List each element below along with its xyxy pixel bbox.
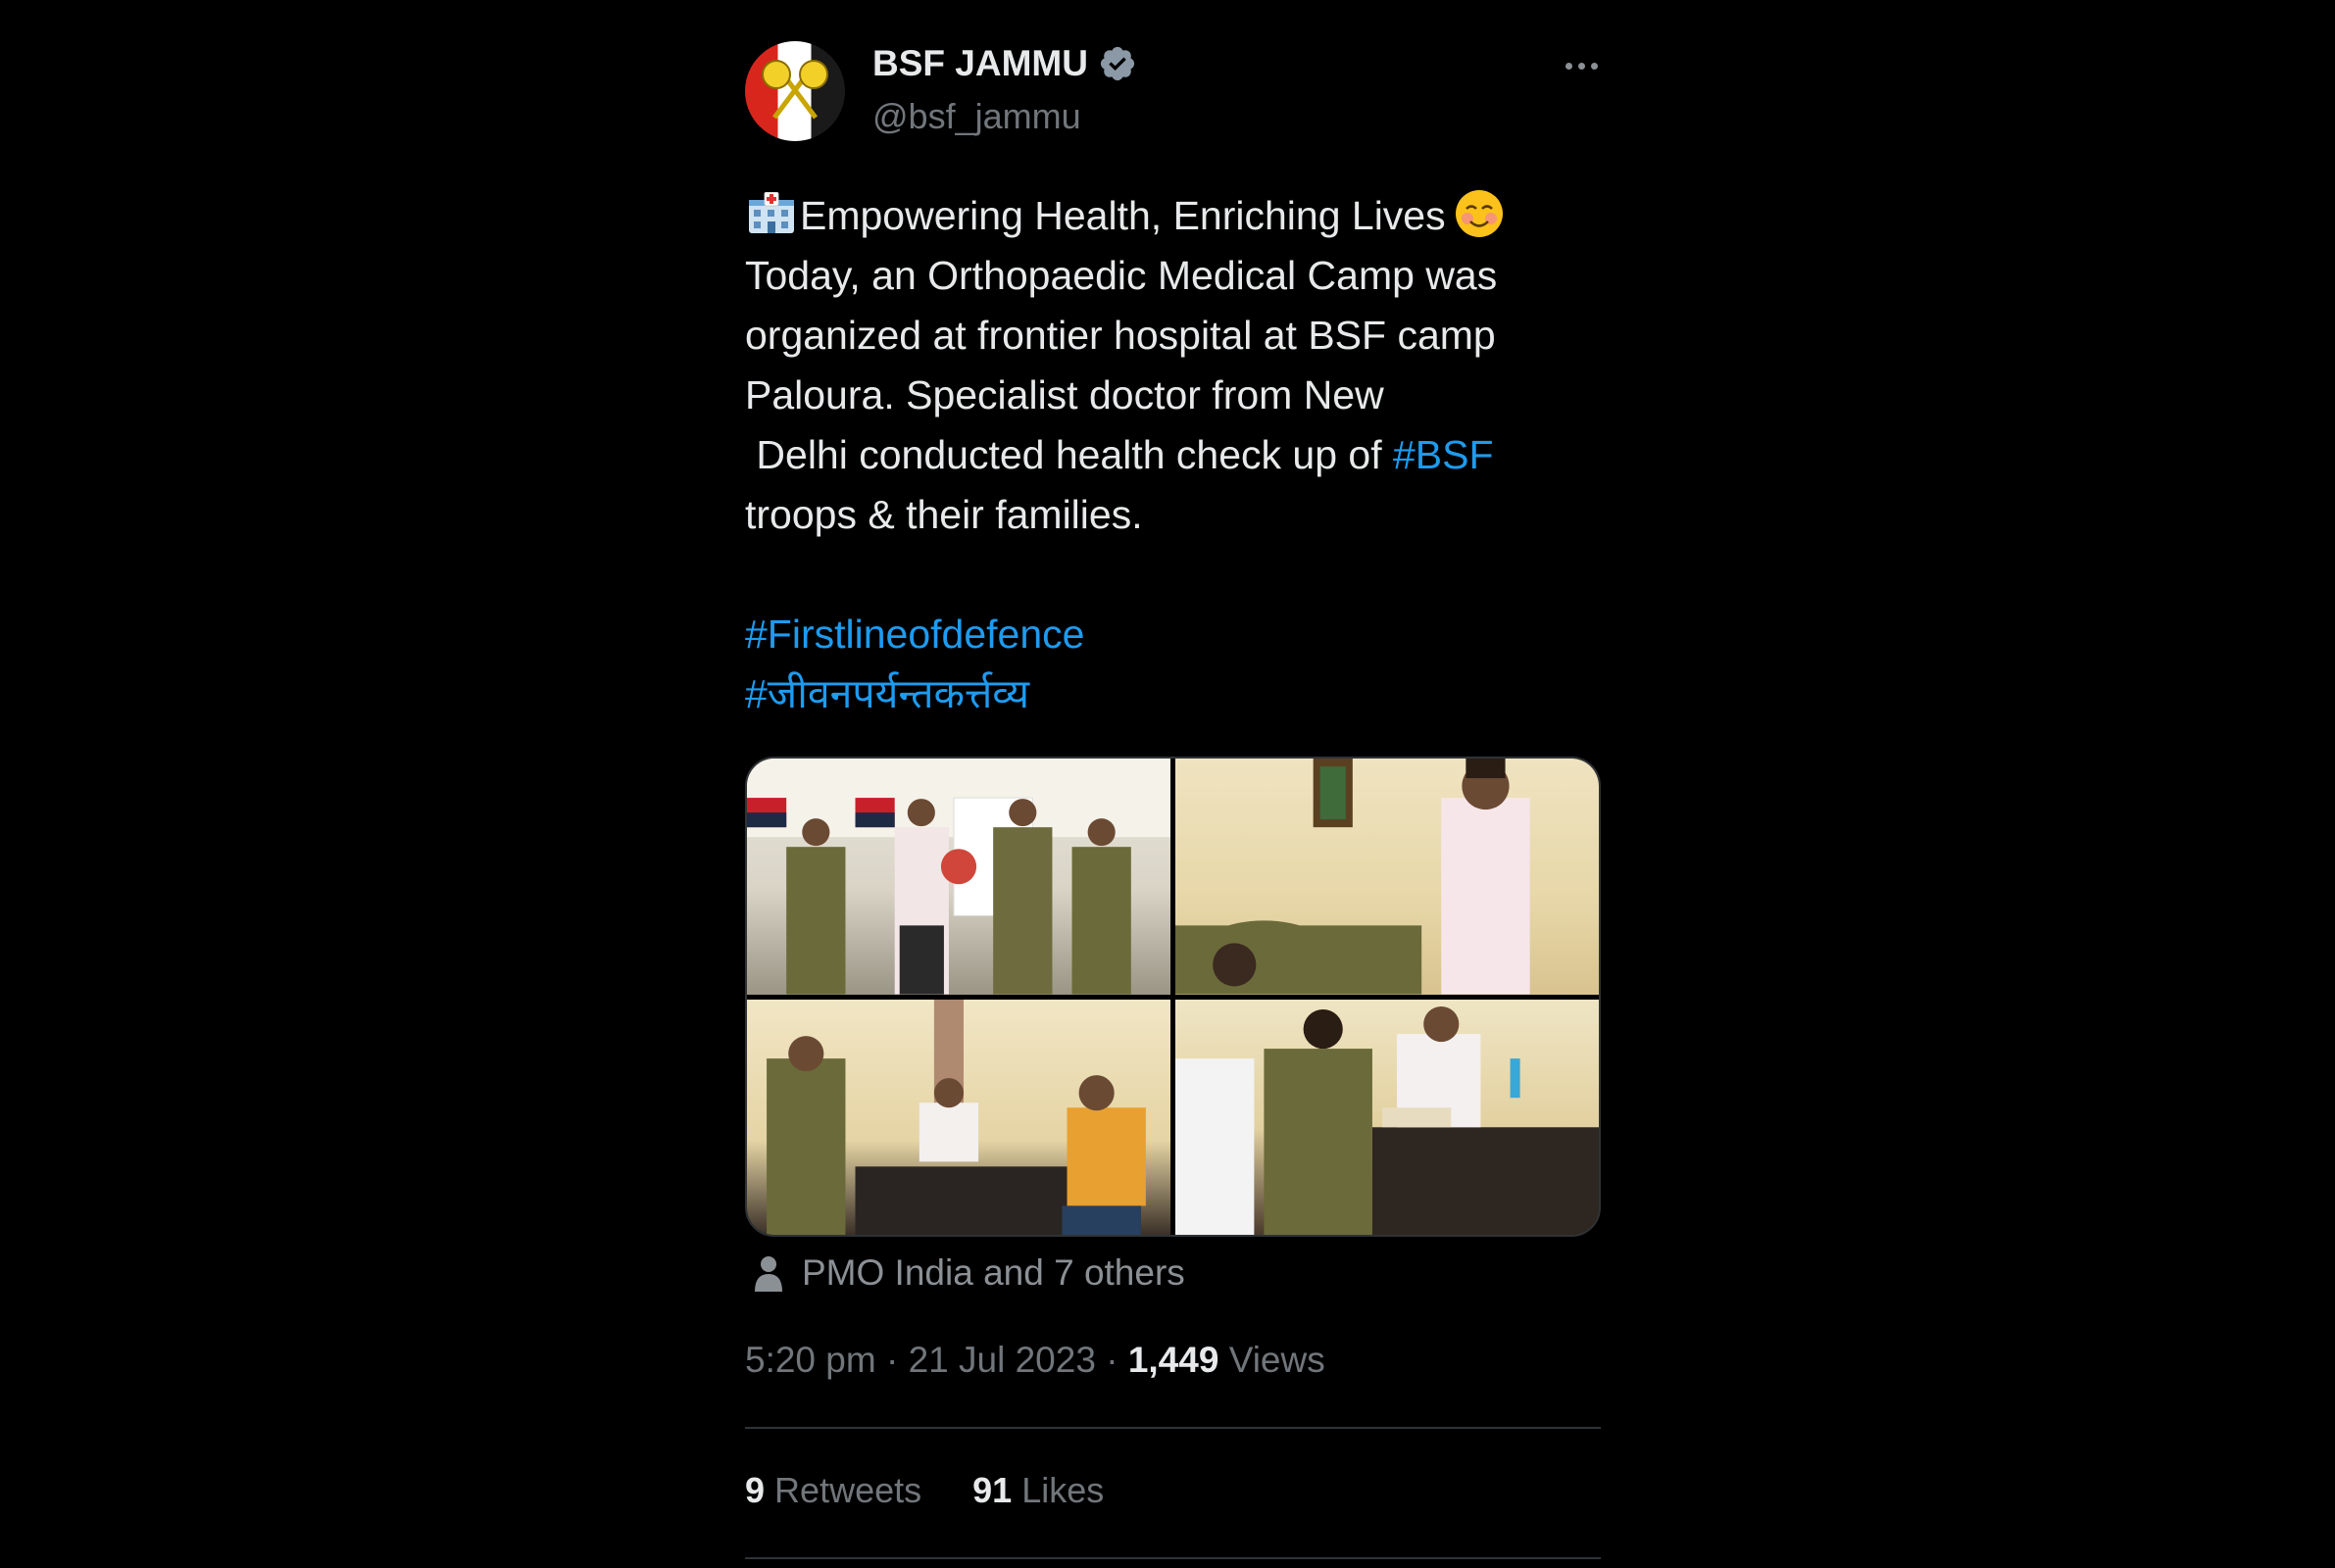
person-icon — [755, 1256, 782, 1292]
likes-stat[interactable]: 91 Likes — [972, 1470, 1104, 1511]
verified-badge-icon — [1100, 46, 1135, 81]
likes-count: 91 — [972, 1470, 1013, 1510]
photo-2[interactable] — [1175, 759, 1599, 995]
hashtag-bsf[interactable]: #BSF — [1393, 432, 1494, 477]
tweet-meta: 5:20 pm · 21 Jul 2023 · 1,449 Views — [745, 1340, 1325, 1380]
author-handle[interactable]: @bsf_jammu — [872, 96, 1081, 137]
author-avatar[interactable] — [745, 41, 845, 141]
photo-4[interactable] — [1175, 999, 1599, 1235]
retweets-label: Retweets — [774, 1470, 922, 1510]
photo-1[interactable] — [747, 759, 1170, 995]
author-name[interactable]: BSF JAMMU — [872, 43, 1137, 84]
media-grid — [745, 757, 1601, 1237]
views-count: 1,449 — [1127, 1340, 1219, 1380]
retweets-count: 9 — [745, 1470, 766, 1510]
author-name-text[interactable]: BSF JAMMU — [872, 43, 1088, 84]
divider-top — [745, 1427, 1601, 1429]
views-label: Views — [1228, 1340, 1325, 1380]
hashtag-firstlineofdefence[interactable]: #Firstlineofdefence — [745, 612, 1084, 657]
retweets-stat[interactable]: 9 Retweets — [745, 1470, 921, 1511]
tagged-text[interactable]: PMO India and 7 others — [802, 1252, 1185, 1294]
more-options-icon[interactable] — [1562, 59, 1601, 73]
smiling-emoji-icon — [1455, 190, 1503, 237]
tweet-time[interactable]: 5:20 pm — [745, 1340, 876, 1380]
divider-bottom — [745, 1557, 1601, 1559]
tweet-body-end: troops & their families. — [745, 492, 1143, 537]
tweet-date[interactable]: 21 Jul 2023 — [909, 1340, 1096, 1380]
tagged-people[interactable]: PMO India and 7 others — [753, 1252, 1185, 1294]
photo-3[interactable] — [747, 999, 1170, 1235]
hospital-emoji-icon — [749, 192, 794, 233]
engagement-stats: 9 Retweets 91 Likes — [745, 1470, 1104, 1511]
tweet-line-1: Empowering Health, Enriching Lives — [800, 193, 1446, 238]
hashtag-jeevan[interactable]: #जीवनपर्यन्तकर्त्तव्य — [745, 671, 1029, 716]
likes-label: Likes — [1021, 1470, 1105, 1510]
tweet-text: Empowering Health, Enriching Lives Today… — [745, 186, 1601, 724]
